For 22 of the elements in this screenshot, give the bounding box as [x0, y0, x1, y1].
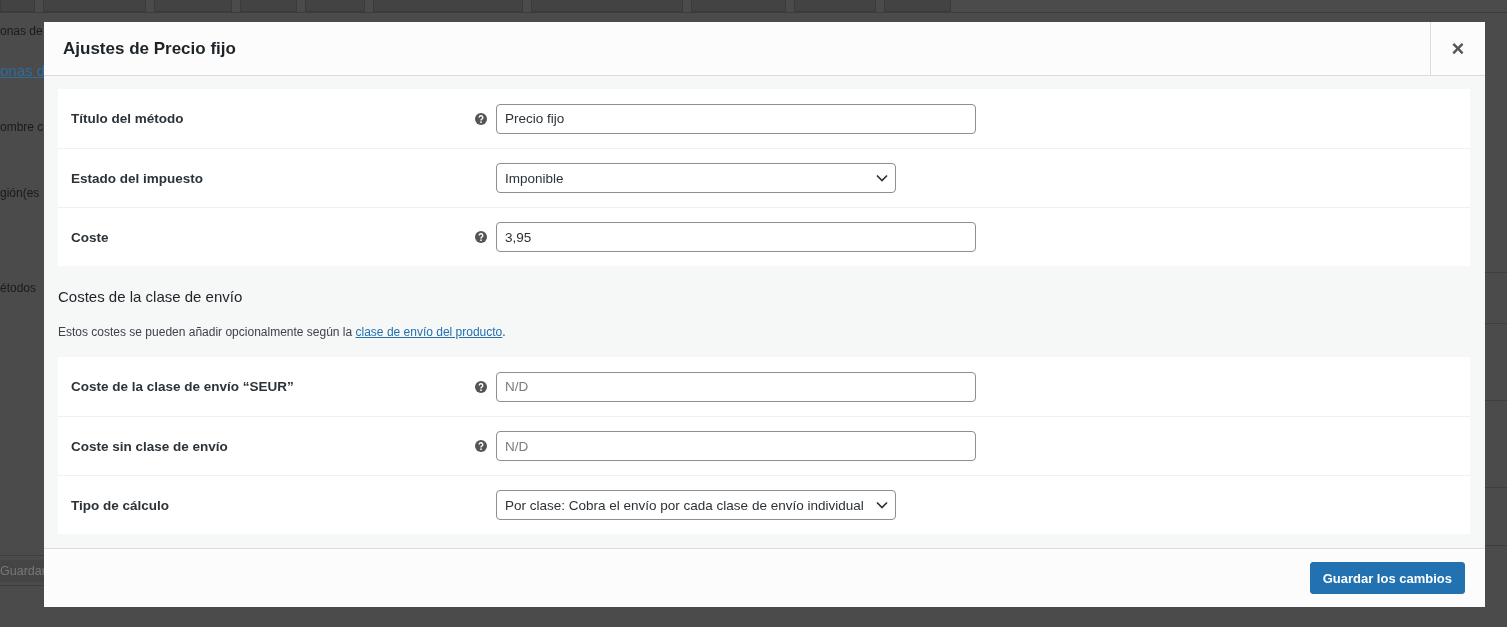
help-icon[interactable] [475, 440, 487, 452]
modal-title: Ajustes de Precio fijo [63, 38, 236, 59]
field-label: Coste sin clase de envío [71, 438, 229, 454]
chevron-down-icon [876, 501, 888, 509]
field-label: Estado del impuesto [71, 170, 205, 186]
text-field[interactable]: N/D [496, 431, 976, 461]
save-button[interactable]: Guardar los cambios [1309, 562, 1465, 594]
text-field[interactable]: 3,95 [496, 222, 976, 252]
text-field[interactable]: Precio fijo [496, 103, 976, 134]
chevron-down-icon [876, 174, 888, 182]
field-label: Coste de la clase de envío “SEUR” [71, 379, 295, 394]
help-icon[interactable] [475, 231, 487, 243]
help-icon[interactable] [475, 380, 487, 393]
field-label: Coste [71, 229, 110, 245]
text-field[interactable]: N/D [496, 371, 976, 402]
help-icon[interactable] [475, 112, 487, 125]
dropdown[interactable]: Imponible [496, 163, 896, 193]
section-description: Estos costes se pueden añadir opcionalmente según la clase de envío del producto. [58, 325, 507, 339]
section-heading: Costes de la clase de envío [58, 288, 244, 306]
dropdown[interactable]: Por clase: Cobra el envío por cada clase de envío individual [496, 490, 896, 520]
field-label: Tipo de cálculo [71, 497, 171, 513]
field-label: Título del método [71, 111, 185, 126]
